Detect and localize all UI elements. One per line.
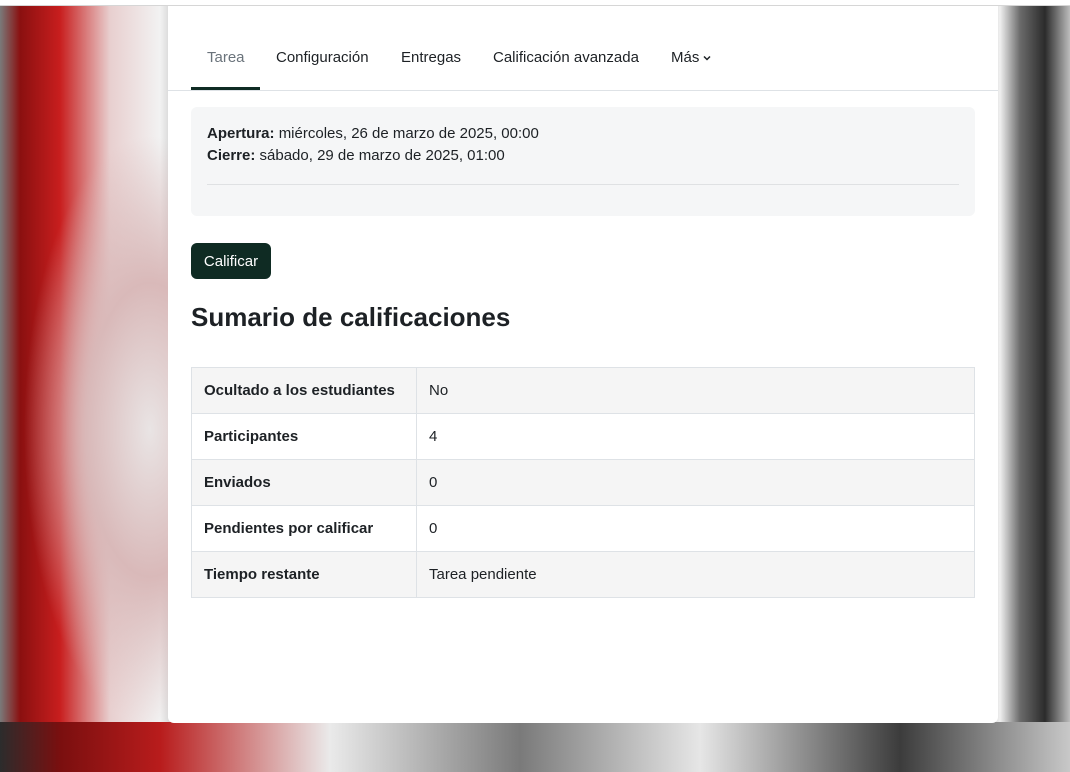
grading-summary-table: Ocultado a los estudiantes No Participan… (191, 367, 975, 598)
main-card: Tarea Configuración Entregas Calificació… (168, 6, 998, 723)
tab-mas[interactable]: Más (671, 49, 712, 66)
closing-date-value: sábado, 29 de marzo de 2025, 01:00 (259, 147, 505, 164)
summary-title: Sumario de calificaciones (191, 302, 511, 332)
table-row: Participantes 4 (191, 413, 975, 460)
row-value: 0 (416, 505, 975, 552)
row-label: Ocultado a los estudiantes (191, 367, 417, 414)
opening-date-value: miércoles, 26 de marzo de 2025, 00:00 (278, 125, 539, 142)
table-row: Ocultado a los estudiantes No (191, 367, 975, 414)
row-label: Tiempo restante (191, 551, 417, 598)
tab-entregas[interactable]: Entregas (401, 49, 461, 66)
secondary-navigation: Tarea Configuración Entregas Calificació… (168, 6, 998, 91)
grade-button[interactable]: Calificar (191, 243, 271, 279)
activity-dates: Apertura: miércoles, 26 de marzo de 2025… (191, 107, 975, 216)
tab-tarea[interactable]: Tarea (207, 49, 245, 66)
tab-configuracion[interactable]: Configuración (276, 49, 369, 66)
row-label: Enviados (191, 459, 417, 506)
table-row: Enviados 0 (191, 459, 975, 506)
closing-date-label: Cierre: (207, 147, 256, 164)
chevron-down-icon (703, 56, 711, 61)
row-value: Tarea pendiente (416, 551, 975, 598)
row-value: 0 (416, 459, 975, 506)
opening-date: Apertura: miércoles, 26 de marzo de 2025… (207, 125, 539, 142)
tab-mas-label: Más (671, 49, 700, 66)
tab-calificacion-avanzada[interactable]: Calificación avanzada (493, 49, 639, 66)
background-image-bottom (0, 722, 1070, 772)
row-value: No (416, 367, 975, 414)
dates-divider (207, 184, 959, 185)
opening-date-label: Apertura: (207, 125, 275, 142)
active-tab-indicator (191, 87, 260, 90)
table-row: Pendientes por calificar 0 (191, 505, 975, 552)
row-value: 4 (416, 413, 975, 460)
closing-date: Cierre: sábado, 29 de marzo de 2025, 01:… (207, 147, 505, 164)
table-row: Tiempo restante Tarea pendiente (191, 551, 975, 598)
row-label: Pendientes por calificar (191, 505, 417, 552)
row-label: Participantes (191, 413, 417, 460)
